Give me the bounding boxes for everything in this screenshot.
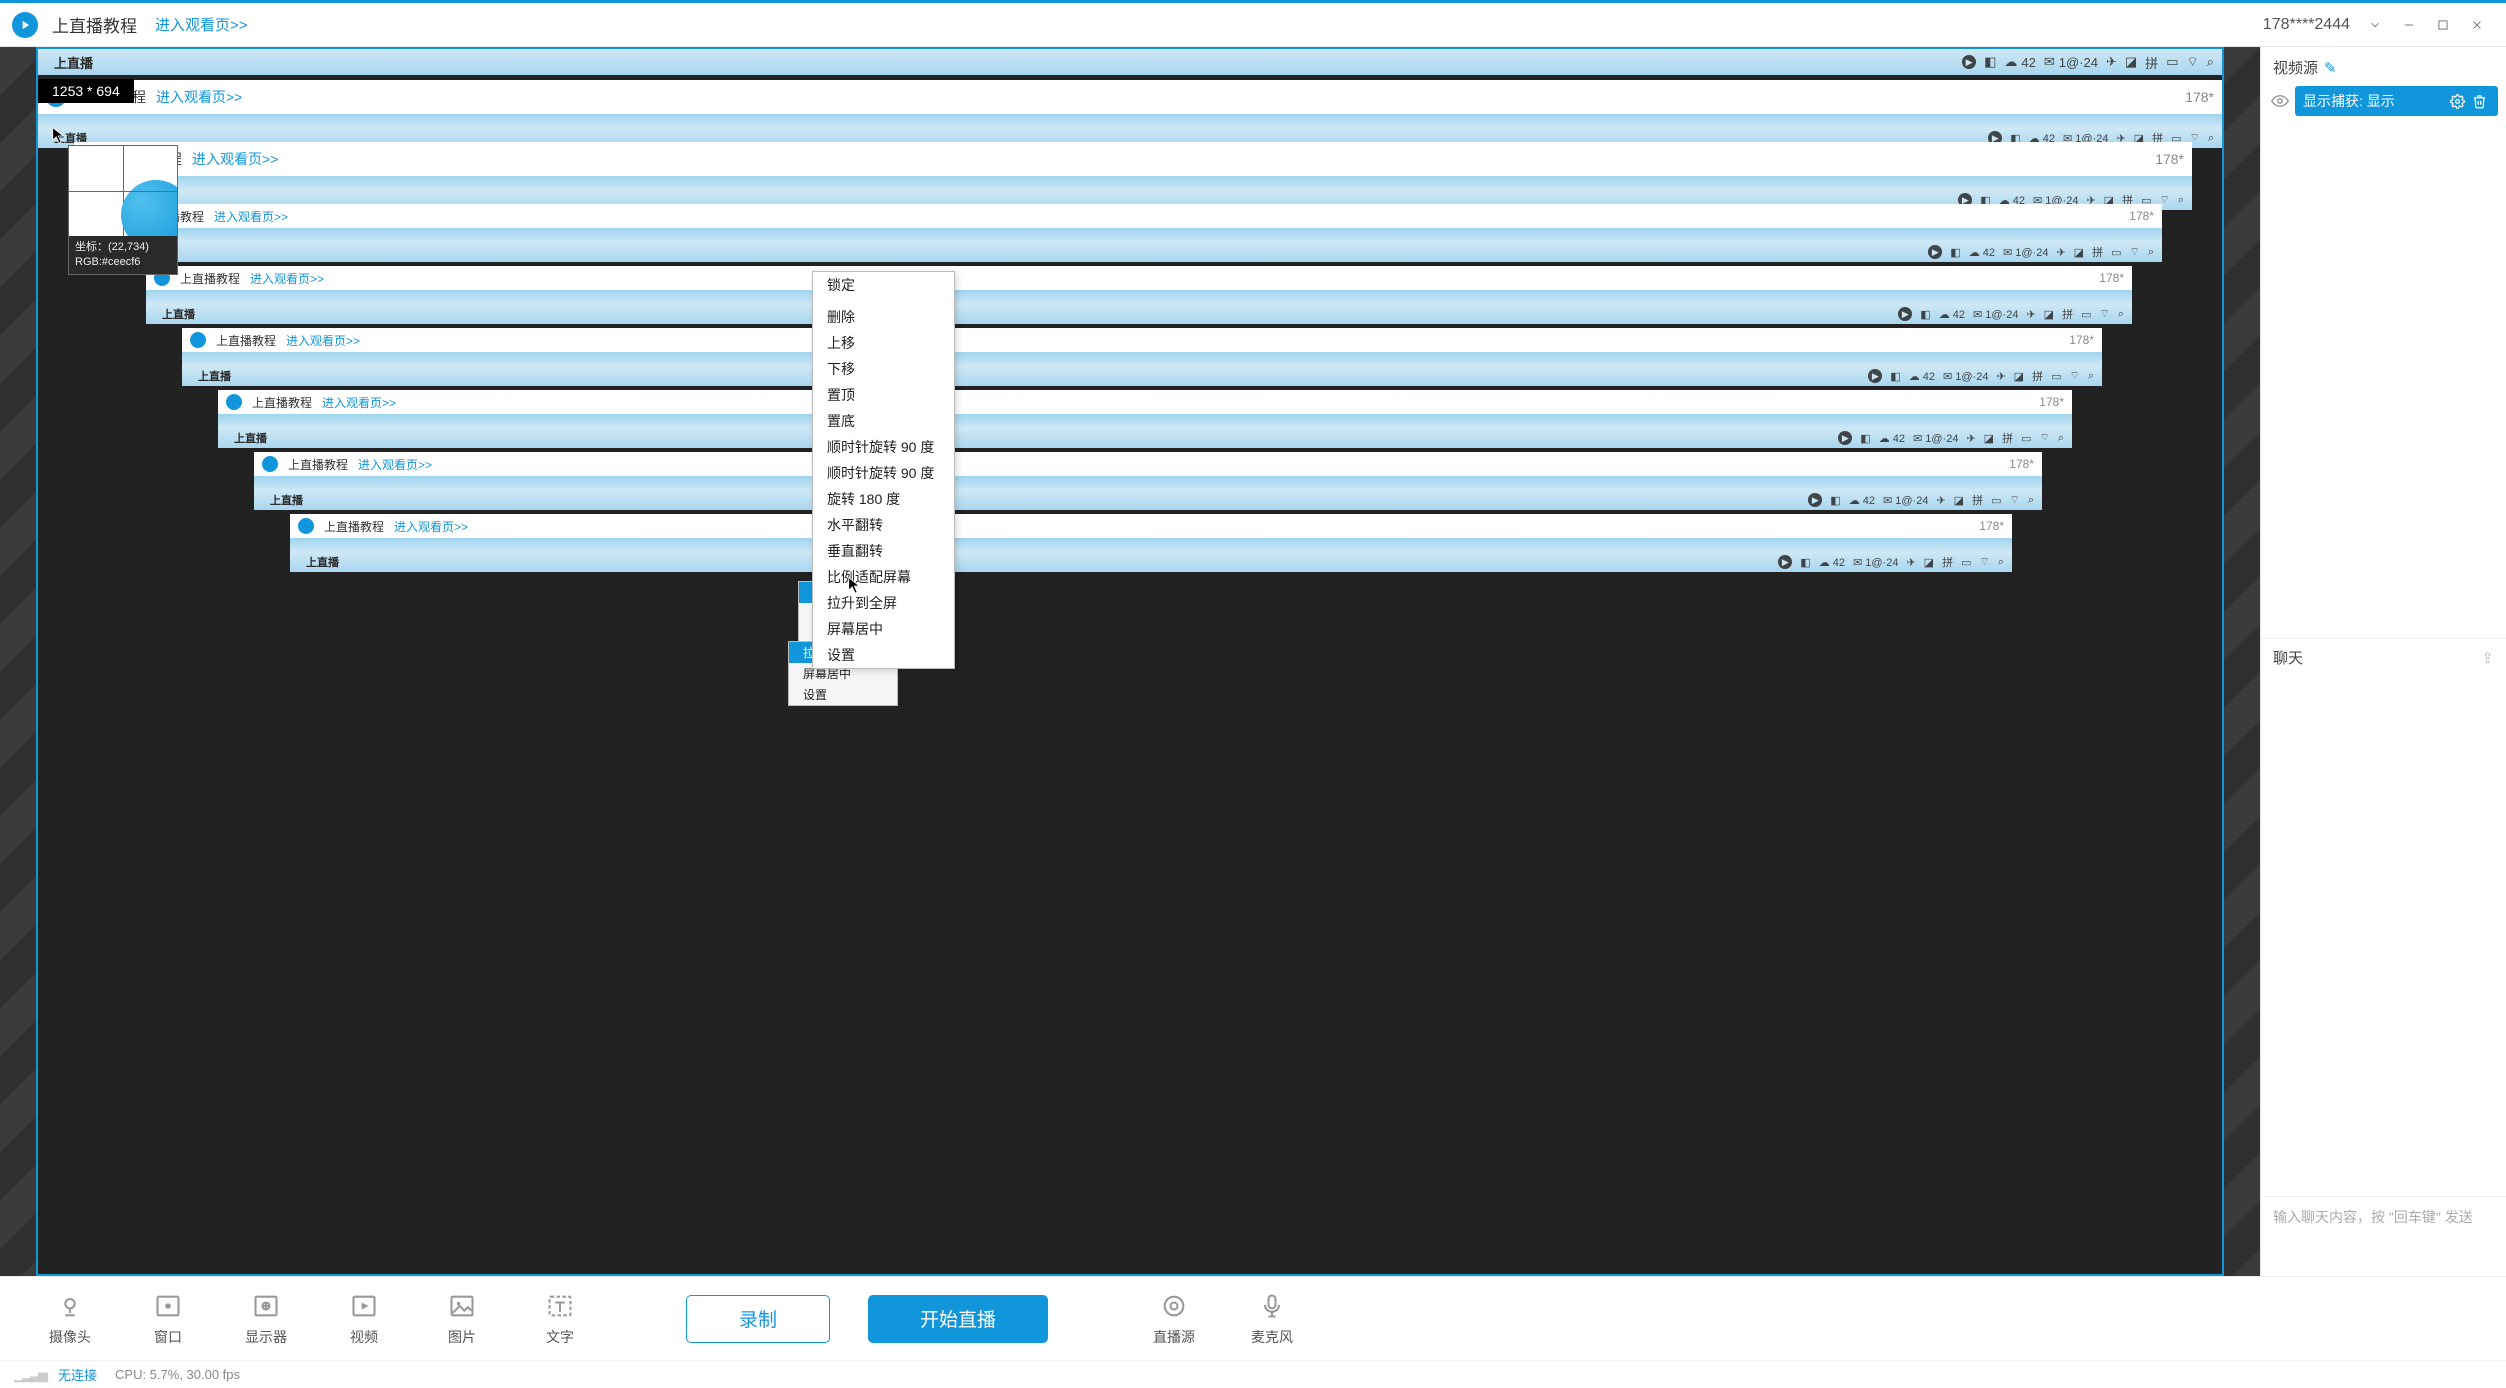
microphone-button[interactable]: 麦克风 xyxy=(1242,1291,1302,1347)
toggle-visibility-icon[interactable] xyxy=(2269,90,2291,112)
add-text-button[interactable]: 文字 xyxy=(530,1291,590,1347)
mic-icon xyxy=(1257,1291,1287,1321)
close-button[interactable] xyxy=(2460,8,2494,42)
context-menu-item[interactable]: 顺时针旋转 90 度 xyxy=(813,460,954,486)
camera-icon xyxy=(55,1291,85,1321)
maximize-button[interactable] xyxy=(2426,8,2460,42)
context-menu-item[interactable]: 水平翻转 xyxy=(813,512,954,538)
add-video-button[interactable]: 视频 xyxy=(334,1291,394,1347)
zoom-coord: 坐标：(22,734) xyxy=(75,240,171,255)
gear-icon xyxy=(1159,1291,1189,1321)
pixel-zoom-inspector: 坐标：(22,734) RGB:#ceecf6 xyxy=(68,145,178,275)
source-context-menu[interactable]: 锁定删除上移下移置顶置底顺时针旋转 90 度顺时针旋转 90 度旋转 180 度… xyxy=(812,271,955,669)
app-logo xyxy=(12,12,38,38)
context-menu-item[interactable]: 上移 xyxy=(813,330,954,356)
video-source-label: 显示捕获: 显示 xyxy=(2303,91,2446,111)
context-menu-item[interactable]: 拉升到全屏 xyxy=(813,590,954,616)
start-live-button[interactable]: 开始直播 xyxy=(868,1295,1048,1343)
cpu-fps-status: CPU: 5.7%, 30.00 fps xyxy=(115,1367,240,1382)
context-menu-item[interactable]: 顺时针旋转 90 度 xyxy=(813,434,954,460)
chat-pin-icon[interactable]: ⇪ xyxy=(2481,649,2494,667)
account-label: 178****2444 xyxy=(2263,16,2350,34)
compass-icon: ◧ xyxy=(1984,54,1996,70)
record-button[interactable]: 录制 xyxy=(686,1295,830,1343)
signal-icon: ▁▂▃▅ xyxy=(14,1367,46,1383)
connection-status: 无连接 xyxy=(58,1365,97,1384)
chat-messages xyxy=(2261,676,2506,1196)
chat-header-label: 聊天 xyxy=(2273,647,2303,668)
context-menu-item[interactable]: 比例适配屏幕 xyxy=(813,564,954,590)
context-menu-item[interactable]: 置顶 xyxy=(813,382,954,408)
add-image-button[interactable]: 图片 xyxy=(432,1291,492,1347)
context-menu-item[interactable]: 置底 xyxy=(813,408,954,434)
context-menu-item[interactable]: 删除 xyxy=(813,304,954,330)
title-bar: 上直播教程 进入观看页>> 178****2444 xyxy=(0,3,2506,47)
status-bar: ▁▂▃▅ 无连接 CPU: 5.7%, 30.00 fps xyxy=(0,1360,2506,1388)
sources-header-label: 视频源 xyxy=(2273,57,2318,78)
source-delete-icon[interactable] xyxy=(2468,94,2490,109)
text-icon xyxy=(545,1291,575,1321)
app-title: 上直播教程 xyxy=(52,12,137,37)
wifi-icon: ⌔ xyxy=(2186,54,2198,70)
ime-icon: 拼 xyxy=(2145,53,2158,72)
context-menu-item[interactable]: 下移 xyxy=(813,356,954,382)
minimize-button[interactable] xyxy=(2392,8,2426,42)
mac-menubar: 上直播 ▶ ◧ ☁ 42 ✉ 1@·24 ✈ ◪ 拼 ▭ ⌔ ⌕ xyxy=(38,49,2222,75)
bottom-toolbar: 摄像头 窗口 显示器 视频 图片 文字 录制 开始直播 直播源 xyxy=(0,1276,2506,1360)
battery-icon: ▭ xyxy=(2166,54,2178,70)
image-icon xyxy=(447,1291,477,1321)
window-icon xyxy=(153,1291,183,1321)
video-source-item[interactable]: 显示捕获: 显示 xyxy=(2295,86,2498,116)
add-window-button[interactable]: 窗口 xyxy=(138,1291,198,1347)
live-source-button[interactable]: 直播源 xyxy=(1144,1291,1204,1347)
preview-canvas[interactable]: 上直播 ▶ ◧ ☁ 42 ✉ 1@·24 ✈ ◪ 拼 ▭ ⌔ ⌕ 1253 * … xyxy=(0,47,2260,1276)
context-menu-item[interactable]: 设置 xyxy=(813,642,954,668)
cursor-icon xyxy=(52,127,66,145)
video-icon xyxy=(349,1291,379,1321)
chat-input[interactable]: 输入聊天内容，按 "回车键" 发送 xyxy=(2261,1196,2506,1276)
chat-header: 聊天 ⇪ xyxy=(2261,638,2506,676)
enter-view-link[interactable]: 进入观看页>> xyxy=(155,14,248,35)
account-dropdown[interactable] xyxy=(2358,8,2392,42)
send-icon: ✈ xyxy=(2106,54,2117,70)
display-icon xyxy=(251,1291,281,1321)
mac-app-title: 上直播 xyxy=(54,53,93,72)
selection-size-badge: 1253 * 694 xyxy=(38,79,134,103)
search-icon: ⌕ xyxy=(2207,54,2214,70)
add-display-button[interactable]: 显示器 xyxy=(236,1291,296,1347)
rename-icon[interactable]: ✎ xyxy=(2324,59,2337,77)
sources-header: 视频源 ✎ xyxy=(2261,47,2506,84)
context-menu-item[interactable]: 旋转 180 度 xyxy=(813,486,954,512)
context-menu-item[interactable]: 屏幕居中 xyxy=(813,616,954,642)
mail-icon: ✉ 1@·24 xyxy=(2044,54,2098,70)
wechat-icon: ☁ 42 xyxy=(2004,54,2035,70)
side-panel: 视频源 ✎ 显示捕获: 显示 聊天 xyxy=(2260,47,2506,1276)
context-menu-item[interactable]: 垂直翻转 xyxy=(813,538,954,564)
finder-icon: ◪ xyxy=(2125,54,2137,70)
source-settings-icon[interactable] xyxy=(2446,94,2468,109)
zoom-rgb: RGB:#ceecf6 xyxy=(75,255,171,270)
logo-menu-icon: ▶ xyxy=(1962,55,1976,69)
cursor-icon xyxy=(848,577,862,595)
add-camera-button[interactable]: 摄像头 xyxy=(40,1291,100,1347)
